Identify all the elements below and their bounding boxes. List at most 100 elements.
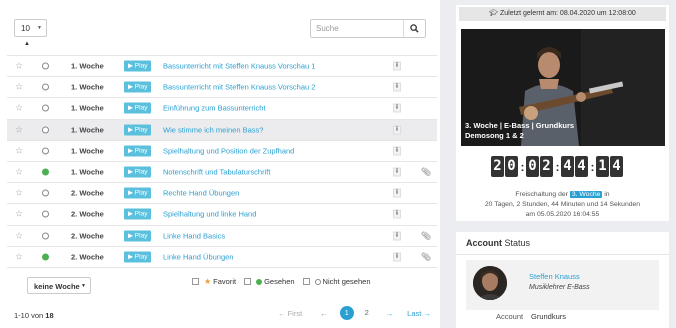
info-icon[interactable]: i: [393, 146, 401, 156]
lesson-title-link[interactable]: Rechte Hand Übungen: [163, 189, 239, 198]
legend-favorit: ★ Favorit: [204, 277, 236, 286]
table-row[interactable]: ☆ 1. Woche ▶ Play Notenschrift und Tabulatu…: [7, 160, 437, 182]
lesson-title-link[interactable]: Notenschrift und Tabulaturschrift: [163, 168, 270, 177]
table-row[interactable]: ☆ 1. Woche ▶ Play Spielhaltung und Position…: [7, 139, 437, 161]
star-icon[interactable]: ☆: [15, 103, 23, 113]
lesson-week: 1. Woche: [71, 167, 104, 177]
play-button[interactable]: ▶ Play: [124, 187, 152, 199]
play-button[interactable]: ▶ Play: [124, 60, 152, 72]
video-caption: 3. Woche | E-Bass | Grundkurs Demosong 1…: [465, 121, 574, 141]
unlock-info: Freischaltung der 3. Woche in 20 Tagen, …: [456, 190, 669, 220]
filter-checkbox[interactable]: [302, 278, 310, 285]
table-row[interactable]: ☆ 2. Woche ▶ Play Linke Hand Basics i 📎︎: [7, 224, 437, 246]
avatar-photo: [473, 266, 507, 300]
star-icon[interactable]: ☆: [15, 167, 23, 177]
lesson-title-link[interactable]: Bassunterricht mit Steffen Knauss Vorsch…: [163, 83, 315, 92]
unseen-dot-icon: [42, 126, 49, 134]
lesson-week: 1. Woche: [71, 103, 104, 113]
last-learned-text: Zuletzt gelernt am: 08.04.2020 um 12:08:…: [500, 10, 636, 17]
play-button[interactable]: ▶ Play: [124, 102, 152, 114]
video-caption-subtitle: Demosong 1 & 2: [465, 131, 524, 140]
unlock-countdown: 2 0 : 0 2 : 4 4 : 1 4: [491, 156, 624, 177]
sort-asc-icon[interactable]: ▲: [24, 41, 30, 47]
info-icon[interactable]: i: [393, 209, 401, 219]
lesson-week: 2. Woche: [71, 252, 104, 262]
account-field-label: Account: [496, 312, 524, 321]
search-button[interactable]: [403, 20, 425, 37]
range-separator: von: [29, 311, 46, 320]
lesson-title-link[interactable]: Wie stimme ich meinen Bass?: [163, 125, 263, 134]
table-row[interactable]: ☆ 2. Woche ▶ Play Spielhaltung und linke Ha…: [7, 203, 437, 224]
play-button[interactable]: ▶ Play: [124, 124, 152, 136]
account-status-panel: Account Status Steffen Knauss Musiklehre…: [456, 232, 669, 328]
video-player[interactable]: 3. Woche | E-Bass | Grundkurs Demosong 1…: [461, 29, 665, 146]
seen-dot-icon: [42, 168, 49, 176]
paperclip-icon[interactable]: 📎︎: [421, 231, 431, 240]
star-icon[interactable]: ☆: [15, 82, 23, 92]
page-link-1[interactable]: 1: [339, 306, 354, 320]
lesson-title-link[interactable]: Spielhaltung und linke Hand: [163, 210, 256, 219]
lesson-week: 1. Woche: [71, 125, 104, 135]
play-button[interactable]: ▶ Play: [124, 208, 152, 220]
countdown-digit: 2: [491, 156, 504, 177]
week-filter-select[interactable]: keine Woche ▼: [27, 277, 91, 294]
table-row[interactable]: ☆ 2. Woche ▶ Play Linke Hand Übungen i 📎︎: [7, 245, 437, 267]
table-row[interactable]: ☆ 1. Woche ▶ Play Bassunterricht mit Steffe…: [7, 55, 437, 76]
next-page-link[interactable]: →: [386, 309, 394, 318]
info-icon[interactable]: i: [393, 61, 401, 71]
play-button[interactable]: ▶ Play: [124, 166, 152, 178]
countdown-colon: :: [555, 159, 560, 174]
lesson-title-link[interactable]: Spielhaltung und Position der Zupfhand: [163, 146, 294, 155]
lesson-title-link[interactable]: Bassunterricht mit Steffen Knauss Vorsch…: [163, 62, 315, 71]
play-button[interactable]: ▶ Play: [124, 251, 152, 263]
star-icon[interactable]: ☆: [15, 188, 23, 198]
star-icon[interactable]: ☆: [15, 146, 23, 155]
countdown-digit: 4: [561, 156, 574, 177]
info-icon[interactable]: i: [393, 231, 401, 241]
table-row[interactable]: ☆ 1. Woche ▶ Play Einführung zum Bassunterr…: [7, 97, 437, 118]
table-footer-divider: [7, 267, 437, 268]
account-heading-bold: Account: [466, 238, 502, 248]
filter-checkbox[interactable]: [244, 278, 252, 285]
play-button[interactable]: ▶ Play: [124, 145, 152, 157]
page-size-select[interactable]: 10 ▼: [14, 19, 47, 37]
star-icon: ★: [204, 277, 212, 286]
table-row[interactable]: ☆ 1. Woche ▶ Play Bassunterricht mit Steffe…: [7, 76, 437, 97]
paperclip-icon[interactable]: 📎︎: [421, 252, 431, 261]
legend-nicht-gesehen: Nicht gesehen: [314, 277, 371, 286]
countdown-digit: 2: [540, 156, 553, 177]
star-icon[interactable]: ☆: [15, 209, 23, 219]
lesson-title-link[interactable]: Einführung zum Bassunterricht: [163, 104, 266, 113]
last-page-link[interactable]: Last →: [407, 309, 431, 318]
search-input[interactable]: [311, 20, 404, 37]
prev-page-link[interactable]: ←: [320, 309, 328, 318]
star-icon[interactable]: ☆: [15, 231, 23, 240]
table-row[interactable]: ☆ 1. Woche ▶ Play Wie stimme ich meinen Bas…: [7, 118, 437, 140]
account-heading-divider: [456, 254, 669, 255]
star-icon[interactable]: ☆: [15, 61, 23, 71]
unseen-dot-icon: [42, 147, 49, 155]
lesson-week: 1. Woche: [71, 146, 104, 156]
play-button[interactable]: ▶ Play: [124, 81, 152, 93]
lesson-week: 2. Woche: [71, 188, 104, 198]
star-icon[interactable]: ☆: [15, 252, 23, 261]
first-page-link[interactable]: ← First: [278, 309, 302, 318]
info-icon[interactable]: i: [393, 103, 401, 113]
lesson-title-link[interactable]: Linke Hand Übungen: [163, 252, 233, 261]
teacher-name[interactable]: Steffen Knauss: [529, 272, 580, 281]
page-link-2[interactable]: 2: [360, 306, 374, 320]
lesson-title-link[interactable]: Linke Hand Basics: [163, 231, 225, 240]
info-icon[interactable]: i: [393, 167, 401, 177]
filter-checkbox[interactable]: [192, 278, 199, 285]
table-row[interactable]: ☆ 2. Woche ▶ Play Rechte Hand Übungen i: [7, 182, 437, 203]
table-controls: 10 ▼: [14, 19, 426, 39]
paperclip-icon[interactable]: 📎︎: [421, 168, 431, 177]
play-button[interactable]: ▶ Play: [124, 230, 152, 242]
info-icon[interactable]: i: [393, 125, 401, 135]
info-icon[interactable]: i: [393, 82, 401, 92]
info-icon[interactable]: i: [393, 188, 401, 198]
star-icon[interactable]: ☆: [15, 125, 23, 134]
info-icon[interactable]: i: [393, 252, 401, 262]
lesson-week: 1. Woche: [71, 61, 104, 71]
week-filter-value: keine Woche: [34, 282, 80, 291]
